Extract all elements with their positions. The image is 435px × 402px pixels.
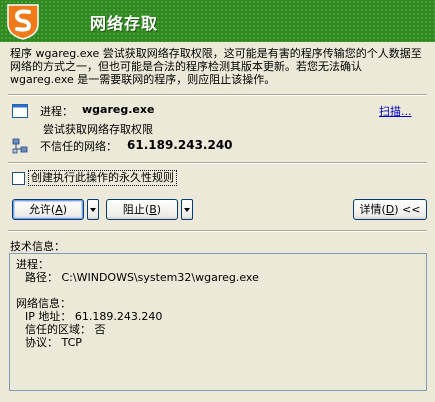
divider-top (8, 94, 427, 96)
allow-button[interactable]: 允许(A) (12, 199, 84, 220)
process-activity: 尝试获取网络存取权限 (43, 123, 153, 136)
tech-process-header: 进程： (16, 258, 49, 271)
network-icon (12, 138, 28, 154)
app-logo-icon (7, 4, 39, 40)
allow-options-dropdown[interactable] (87, 199, 99, 220)
scan-link[interactable]: 扫描... (379, 103, 412, 119)
window-icon (12, 104, 28, 118)
divider-bottom (8, 230, 427, 232)
tech-ip: IP 地址： 61.189.243.240 (25, 310, 163, 323)
tech-protocol: 协议： TCP (25, 336, 82, 349)
tech-path: 路径： C:\WINDOWS\system32\wgareg.exe (25, 271, 259, 284)
warning-description: 程序 wgareg.exe 尝试获取网络存取权限，这可能是有害的程序传输您的个人… (10, 47, 422, 86)
tech-network-header: 网络信息： (16, 297, 71, 310)
tech-info-box: 进程： 路径： C:\WINDOWS\system32\wgareg.exe 网络信… (9, 253, 427, 391)
tech-info-label: 技术信息： (10, 240, 65, 253)
window-title: 网络存取 (90, 14, 159, 33)
process-label: 进程： (40, 105, 73, 118)
untrusted-network-label: 不信任的网络： (40, 140, 117, 153)
permanent-rule-checkbox[interactable] (12, 172, 25, 185)
block-button[interactable]: 阻止(B) (106, 199, 178, 220)
tech-trusted-zone: 信任的区域： 否 (25, 323, 106, 336)
divider-middle (8, 162, 427, 164)
title-bar: 网络存取 (0, 0, 435, 42)
details-button[interactable]: 详情(D) << (353, 199, 427, 220)
remote-ip: 61.189.243.240 (127, 138, 233, 152)
process-name: wgareg.exe (82, 103, 155, 116)
block-options-dropdown[interactable] (181, 199, 193, 220)
permanent-rule-label[interactable]: 创建执行此操作的永久性规则 (28, 170, 177, 186)
